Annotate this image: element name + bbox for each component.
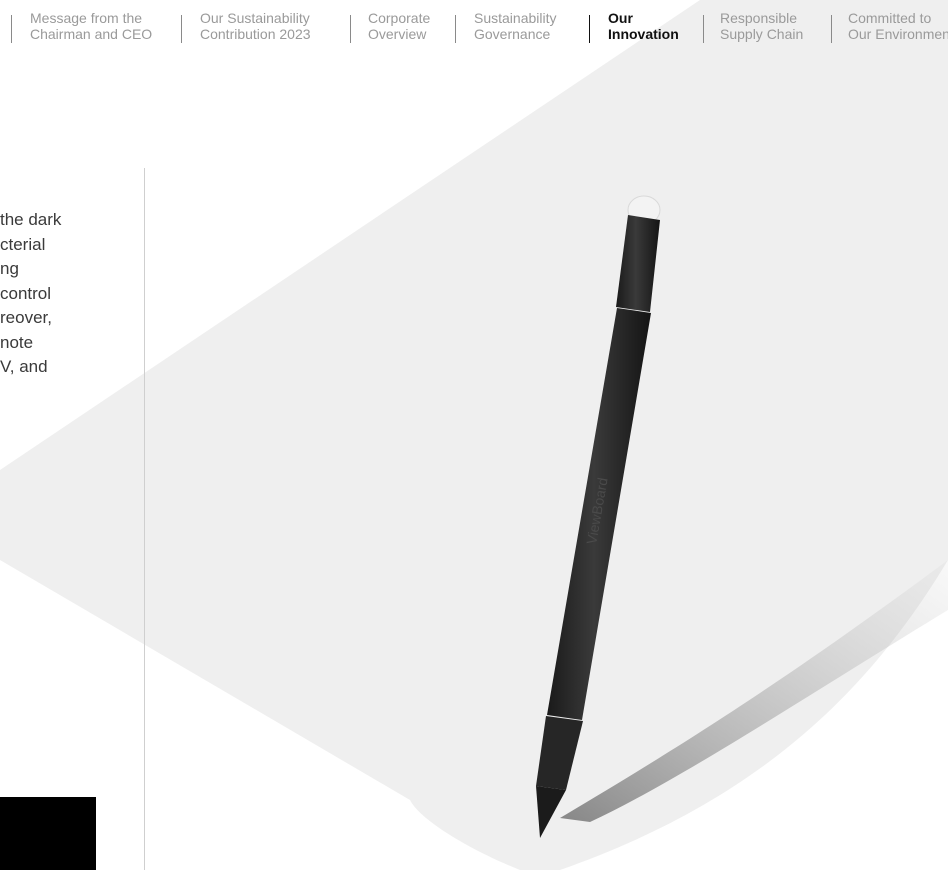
nav-item-message-from-chairman[interactable]: Message from the Chairman and CEO bbox=[30, 10, 152, 42]
pen-grip bbox=[536, 716, 583, 790]
nav-item-label: Our Sustainability bbox=[200, 10, 310, 26]
body-line: ng bbox=[0, 259, 19, 278]
black-image-block bbox=[0, 797, 96, 870]
nav-item-label: Innovation bbox=[608, 26, 679, 42]
nav-separator bbox=[350, 15, 351, 43]
nav-item-sustainability-contribution[interactable]: Our Sustainability Contribution 2023 bbox=[200, 10, 311, 42]
nav-item-label: Our Environment bbox=[848, 26, 948, 42]
nav-item-corporate-overview[interactable]: Corporate Overview bbox=[368, 10, 430, 42]
nav-item-label: Committed to bbox=[848, 10, 932, 26]
pen-top-cap bbox=[616, 215, 660, 312]
nav-item-label: Sustainability bbox=[474, 10, 557, 26]
stylus-pen-illustration: ViewBoard bbox=[536, 195, 948, 838]
nav-separator bbox=[831, 15, 832, 43]
body-line: V, and bbox=[0, 357, 48, 376]
nav-separator bbox=[181, 15, 182, 43]
pen-writing-tip bbox=[536, 786, 566, 838]
body-line: control bbox=[0, 283, 52, 303]
nav-item-label: Responsible bbox=[720, 10, 798, 26]
nav-separator-active bbox=[589, 15, 590, 43]
body-line: note bbox=[0, 332, 34, 352]
nav-item-our-innovation[interactable]: Our Innovation bbox=[608, 10, 679, 42]
nav-item-responsible-supply-chain[interactable]: Responsible Supply Chain bbox=[720, 10, 803, 42]
top-navigation: Message from the Chairman and CEO Our Su… bbox=[0, 0, 948, 60]
nav-separator bbox=[455, 15, 456, 43]
nav-item-label: Overview bbox=[368, 26, 427, 42]
body-line: reover, bbox=[0, 308, 52, 327]
nav-item-label: Message from the bbox=[30, 10, 143, 26]
body-line: the dark bbox=[0, 210, 62, 229]
nav-item-sustainability-governance[interactable]: Sustainability Governance bbox=[474, 10, 557, 42]
nav-item-label: Supply Chain bbox=[720, 26, 804, 42]
nav-item-label: Chairman and CEO bbox=[30, 26, 153, 42]
nav-item-label: Our bbox=[608, 10, 633, 26]
nav-separator bbox=[703, 15, 704, 43]
nav-item-committed-to-environment[interactable]: Committed to Our Environment bbox=[848, 10, 948, 42]
column-divider bbox=[144, 168, 145, 870]
nav-item-label: Contribution 2023 bbox=[200, 26, 311, 42]
nav-item-label: Governance bbox=[474, 26, 551, 42]
nav-item-label: Corporate bbox=[368, 10, 431, 26]
body-paragraph: the dark cterial ng control reover, note… bbox=[0, 208, 126, 380]
nav-separator bbox=[11, 15, 12, 43]
pen-shadow bbox=[560, 560, 948, 822]
body-line: cterial bbox=[0, 234, 46, 254]
